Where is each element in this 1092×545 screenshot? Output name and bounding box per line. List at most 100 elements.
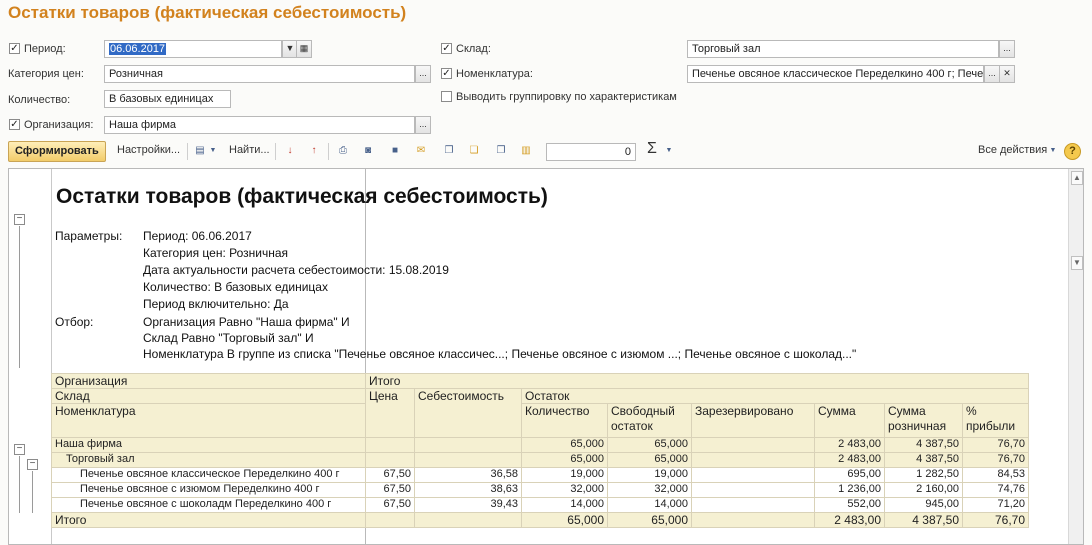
clear-icon[interactable]: ✕ [999, 65, 1015, 83]
cell-name: Печенье овсяное с изюмом Переделкино 400… [51, 482, 366, 498]
price-category-select-button[interactable]: ... [415, 65, 431, 83]
params-label: Параметры: [55, 229, 123, 243]
table-row[interactable]: Печенье овсяное с шоколадм Переделкино 4… [51, 497, 1029, 513]
cell-price: 67,50 [365, 497, 415, 513]
cell-price [365, 512, 415, 528]
cell-reserved [691, 497, 815, 513]
cell-name: Итого [51, 512, 366, 528]
report-area[interactable]: ▲ ▼ − Остатки товаров (фактическая себес… [8, 168, 1084, 545]
find-button[interactable]: Найти... [229, 144, 270, 156]
group-line [19, 456, 20, 513]
mail-icon[interactable]: ✉ [414, 144, 428, 158]
help-icon[interactable]: ? [1064, 143, 1081, 160]
cell-cost [414, 452, 522, 468]
report-table: Организация Итого Склад Цена Себестоимос… [51, 373, 1029, 528]
param-inclusive: Период включительно: Да [143, 297, 289, 311]
param-period: Период: 06.06.2017 [143, 229, 252, 243]
all-actions-button[interactable]: Все действия [978, 144, 1047, 156]
cell-name: Печенье овсяное классическое Переделкино… [51, 467, 366, 483]
table-row[interactable]: Печенье овсяное классическое Переделкино… [51, 467, 1029, 483]
preview-icon[interactable]: ◙ [361, 144, 375, 158]
collapse-organization-icon[interactable]: − [14, 444, 25, 455]
total-row[interactable]: Итого 65,000 65,000 2 483,00 4 387,50 76… [51, 512, 1029, 528]
cell-sum: 1 236,00 [814, 482, 885, 498]
generate-button[interactable]: Сформировать [8, 141, 106, 162]
cell-free: 65,000 [607, 452, 692, 468]
organization-select-button[interactable]: ... [415, 116, 431, 134]
header-row: Склад Цена Себестоимость Остаток [51, 388, 1029, 438]
cell-profit: 76,70 [962, 512, 1029, 528]
warehouse-field[interactable]: Торговый зал [687, 40, 999, 58]
warehouse-select-button[interactable]: ... [999, 40, 1015, 58]
number-field[interactable]: 0 [546, 143, 636, 161]
param-cost-date: Дата актуальности расчета себестоимости:… [143, 263, 449, 277]
cell-price: 67,50 [365, 467, 415, 483]
warehouse-label: Склад: [456, 43, 491, 55]
cell-free: 19,000 [607, 467, 692, 483]
cell-retail: 1 282,50 [884, 467, 963, 483]
period-checkbox[interactable]: ✓ [9, 43, 20, 54]
cell-retail: 4 387,50 [884, 512, 963, 528]
header-balance: Остаток [521, 388, 1029, 404]
cell-profit: 84,53 [962, 467, 1029, 483]
calendar-icon[interactable]: ▦ [296, 40, 312, 58]
report-title: Остатки товаров (фактическая себестоимос… [56, 185, 548, 208]
filter-warehouse: Склад Равно "Торговый зал" И [143, 331, 314, 345]
paste-icon[interactable]: ❏ [467, 144, 481, 158]
price-category-field[interactable]: Розничная [104, 65, 415, 83]
cell-retail: 945,00 [884, 497, 963, 513]
header-price: Цена [365, 388, 415, 438]
group-by-chars-label: Выводить группировку по характеристикам [456, 91, 677, 103]
scroll-up-icon[interactable]: ▲ [1071, 171, 1083, 185]
header-profit-pct: % прибыли [962, 403, 1029, 438]
nomenclature-select-button[interactable]: ... [984, 65, 1000, 83]
group-line [19, 226, 20, 368]
sum-icon[interactable]: Σ [647, 140, 657, 158]
cell-price [365, 437, 415, 453]
header-total: Итого [365, 373, 1029, 389]
chevron-down-icon[interactable]: ▼ [662, 144, 676, 158]
table-row[interactable]: Торговый зал 65,000 65,000 2 483,00 4 38… [51, 452, 1029, 468]
vertical-scrollbar[interactable]: ▲ ▼ [1068, 169, 1083, 544]
quantity-label: Количество: [8, 94, 71, 106]
nomenclature-checkbox[interactable]: ✓ [441, 68, 452, 79]
header-warehouse: Склад [51, 388, 366, 404]
cell-quantity: 19,000 [521, 467, 608, 483]
quantity-field[interactable]: В базовых единицах [104, 90, 231, 108]
period-field[interactable]: 06.06.2017 [104, 40, 282, 58]
cell-sum: 695,00 [814, 467, 885, 483]
copy-icon[interactable]: ❐ [494, 144, 508, 158]
chevron-down-icon[interactable]: ▼ [1046, 144, 1060, 158]
collapse-header-icon[interactable]: − [14, 214, 25, 225]
collapse-warehouse-icon[interactable]: − [27, 459, 38, 470]
print-icon[interactable]: ⎙ [336, 144, 350, 158]
cell-quantity: 65,000 [521, 512, 608, 528]
group-by-chars-checkbox[interactable] [441, 91, 452, 102]
settings-button[interactable]: Настройки... [117, 144, 180, 156]
group-line [32, 471, 33, 513]
header-reserved: Зарезервировано [691, 403, 815, 438]
sort-asc-icon[interactable]: ↑ [307, 144, 321, 158]
copy-to-icon[interactable]: ❐ [442, 144, 456, 158]
warehouse-checkbox[interactable]: ✓ [441, 43, 452, 54]
cell-free: 65,000 [607, 437, 692, 453]
cell-quantity: 32,000 [521, 482, 608, 498]
nomenclature-field[interactable]: Печенье овсяное классическое Переделкино… [687, 65, 984, 83]
save-icon[interactable]: ■ [388, 144, 402, 158]
cell-reserved [691, 512, 815, 528]
cell-cost: 39,43 [414, 497, 522, 513]
cell-free: 32,000 [607, 482, 692, 498]
cell-sum: 552,00 [814, 497, 885, 513]
clipboard-icon[interactable]: ▥ [519, 144, 533, 158]
header-row: Организация Итого [51, 373, 1029, 389]
table-row[interactable]: Печенье овсяное с изюмом Переделкино 400… [51, 482, 1029, 498]
table-row[interactable]: Наша фирма 65,000 65,000 2 483,00 4 387,… [51, 437, 1029, 453]
organization-checkbox[interactable]: ✓ [9, 119, 20, 130]
header-nomenclature: Номенклатура [51, 403, 366, 438]
scroll-down-icon[interactable]: ▼ [1071, 256, 1083, 270]
variant-icon[interactable]: ▤ [193, 144, 207, 158]
chevron-down-icon[interactable]: ▼ [206, 144, 220, 158]
sort-desc-icon[interactable]: ↓ [283, 144, 297, 158]
organization-field[interactable]: Наша фирма [104, 116, 415, 134]
cell-profit: 76,70 [962, 437, 1029, 453]
